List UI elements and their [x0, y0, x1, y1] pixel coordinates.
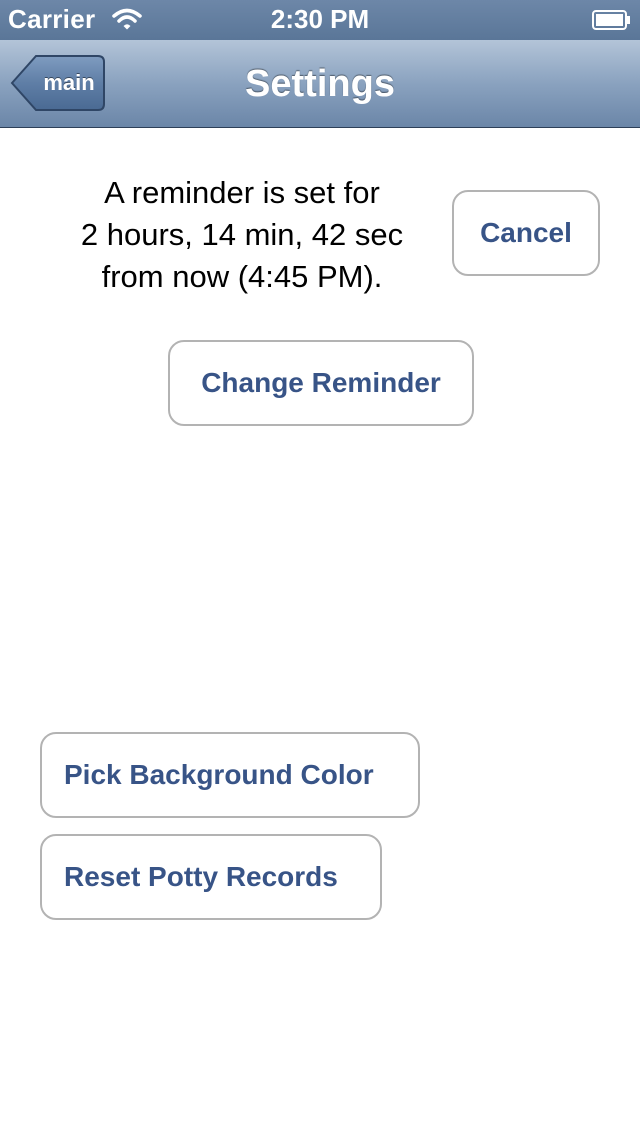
page-title: Settings — [245, 63, 395, 105]
status-time: 2:30 PM — [270, 4, 370, 34]
cancel-button[interactable]: Cancel — [452, 190, 600, 276]
change-reminder-button[interactable]: Change Reminder — [168, 340, 474, 426]
reminder-status-text: A reminder is set for 2 hours, 14 min, 4… — [40, 172, 444, 298]
reset-potty-records-button[interactable]: Reset Potty Records — [40, 834, 382, 920]
pick-background-color-button[interactable]: Pick Background Color — [40, 732, 420, 818]
status-bar: Carrier 2:30 PM — [0, 0, 640, 40]
navigation-bar: main Settings — [0, 40, 640, 128]
reminder-line: 2 hours, 14 min, 42 sec — [80, 217, 404, 252]
battery-icon — [592, 9, 632, 31]
reminder-line: from now (4:45 PM). — [101, 259, 383, 294]
reminder-line: A reminder is set for — [104, 175, 380, 210]
